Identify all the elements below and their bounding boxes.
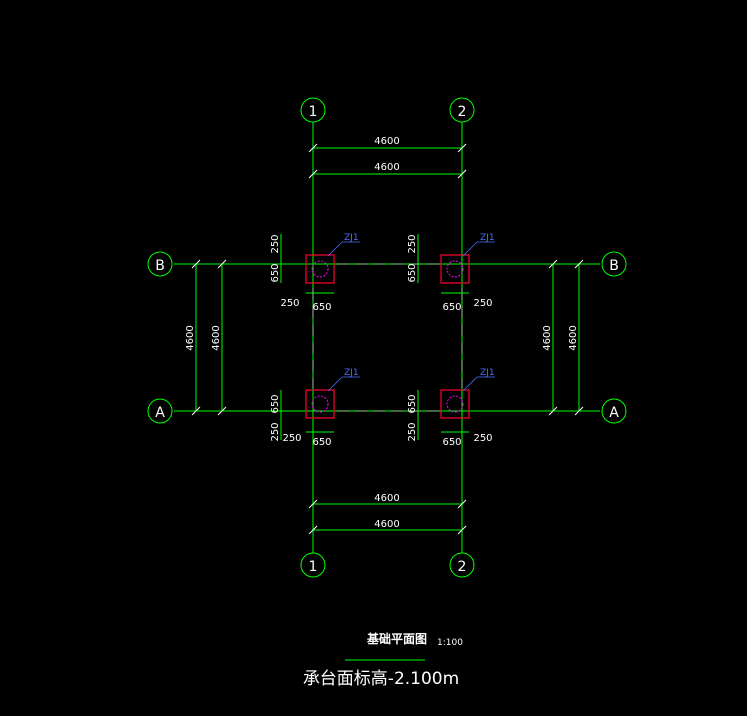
cap-elevation-note: 承台面标高-2.100m: [303, 669, 459, 689]
svg-text:650: 650: [270, 394, 281, 413]
drawing-title: 基础平面图: [366, 631, 427, 646]
svg-text:250: 250: [280, 298, 299, 309]
svg-text:650: 650: [442, 437, 461, 448]
pile-cap-A1: ZJ1 650 250 250 650: [270, 368, 360, 448]
svg-text:250: 250: [473, 298, 492, 309]
svg-text:250: 250: [473, 433, 492, 444]
axis-lines: [174, 122, 600, 553]
svg-text:1: 1: [309, 559, 318, 575]
dim-left-outer: 4600: [185, 325, 196, 350]
svg-text:250: 250: [407, 234, 418, 253]
dim-right-inner: 4600: [542, 325, 553, 350]
svg-text:650: 650: [270, 263, 281, 282]
svg-text:250: 250: [407, 422, 418, 441]
pile-cap-A2: ZJ1 650 250 650 250: [407, 368, 495, 448]
axis-bubble-A-right: A: [601, 398, 627, 424]
axis-bubble-A-left: A: [147, 398, 173, 424]
svg-text:650: 650: [312, 302, 331, 313]
pile-cap-B1: ZJ1 250 650 250 650: [270, 233, 360, 313]
svg-text:A: A: [155, 405, 165, 421]
svg-text:650: 650: [442, 302, 461, 313]
cap-label: ZJ1: [480, 368, 495, 378]
pile-circle: [446, 395, 464, 413]
axis-bubble-B-right: B: [601, 251, 627, 277]
svg-text:B: B: [155, 258, 165, 274]
cap-outline: [305, 254, 335, 284]
svg-text:2: 2: [458, 559, 467, 575]
svg-text:B: B: [609, 258, 619, 274]
axis-bubble-2-bottom: 2: [449, 552, 475, 578]
svg-text:650: 650: [407, 263, 418, 282]
cap-outline: [305, 389, 335, 419]
dim-bottom-inner: 4600: [374, 493, 399, 504]
pile-cap-B2: ZJ1 250 650 650 250: [407, 233, 495, 313]
cap-label: ZJ1: [344, 368, 359, 378]
dim-top-outer: 4600: [374, 136, 399, 147]
dimension-ticks: [191, 143, 584, 535]
svg-text:650: 650: [312, 437, 331, 448]
svg-text:1: 1: [309, 104, 318, 120]
dim-bottom-outer: 4600: [374, 519, 399, 530]
svg-text:650: 650: [407, 394, 418, 413]
cap-outline: [440, 254, 470, 284]
cap-label: ZJ1: [344, 233, 359, 243]
dim-right-outer: 4600: [568, 325, 579, 350]
dim-left-inner: 4600: [211, 325, 222, 350]
svg-text:250: 250: [270, 422, 281, 441]
title-block: 基础平面图 1:100 承台面标高-2.100m: [303, 631, 463, 689]
svg-text:250: 250: [282, 433, 301, 444]
pile-circle: [311, 395, 329, 413]
drawing-scale: 1:100: [437, 638, 463, 648]
dim-top-inner: 4600: [374, 162, 399, 173]
cap-label: ZJ1: [480, 233, 495, 243]
dimension-lines: [195, 147, 580, 531]
axis-bubble-2-top: 2: [449, 97, 475, 123]
pile-circle: [446, 260, 464, 278]
svg-text:A: A: [609, 405, 619, 421]
foundation-plan: 1 2 1 2 B B A A 4600 4600 4600 4600 4600…: [147, 97, 627, 689]
dimension-texts: 4600 4600 4600 4600 4600 4600 4600 4600: [185, 136, 579, 530]
svg-text:2: 2: [458, 104, 467, 120]
drawing-canvas: 1 2 1 2 B B A A 4600 4600 4600 4600 4600…: [0, 0, 747, 711]
cap-outline: [440, 389, 470, 419]
axis-bubble-1-bottom: 1: [300, 552, 326, 578]
pile-circle: [311, 260, 329, 278]
svg-text:250: 250: [270, 234, 281, 253]
axis-bubble-B-left: B: [147, 251, 173, 277]
beam-centerlines: [312, 263, 463, 412]
axis-bubble-1-top: 1: [300, 97, 326, 123]
